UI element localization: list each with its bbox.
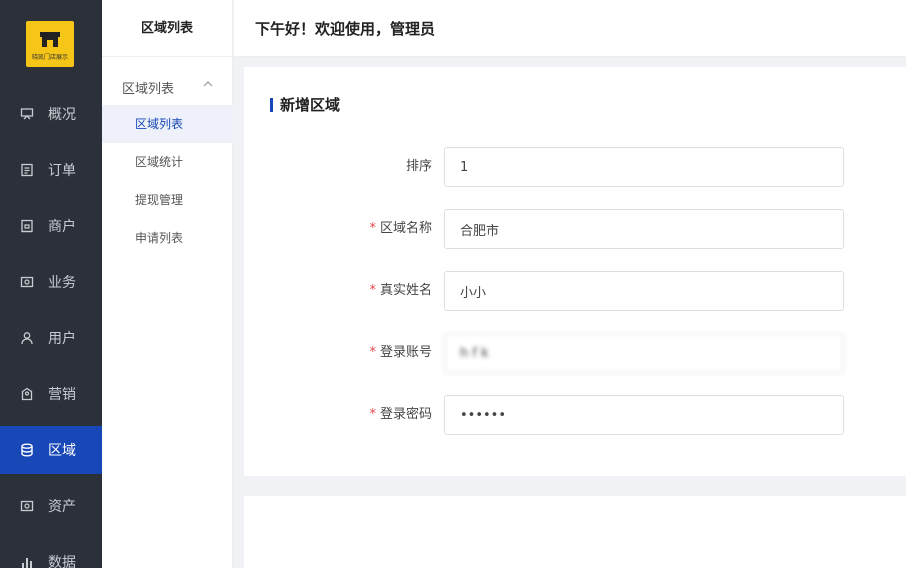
field-label: * 真实姓名 [369,283,432,298]
nav-item-marketing[interactable]: 营销 [0,370,102,418]
login-account-input[interactable] [444,333,844,373]
field-label: * 登录账号 [369,345,432,360]
nav-item-label: 概况 [48,107,76,123]
nav-item-label: 区域 [48,443,76,459]
field-label: * 登录密码 [369,407,432,422]
form-row-login-account: * 登录账号 [244,333,906,373]
sort-input[interactable] [444,147,844,187]
field-label: 排序 [405,159,432,174]
subnav-item-withdrawal[interactable]: 提现管理 [102,181,233,219]
field-label: * 区域名称 [369,221,432,236]
nav-item-label: 资产 [48,499,76,515]
nav-item-label: 用户 [48,331,76,347]
sub-sidebar: 区域列表 区域列表 区域列表 区域统计 提现管理 申请列表 [102,0,233,568]
login-password-input[interactable] [444,395,844,435]
region-name-input[interactable] [444,209,844,249]
bar-chart-icon [22,558,32,568]
greeting-text: 下午好！欢迎使用，管理员 [255,20,436,38]
section-title: 新增区域 [270,95,340,115]
app-logo[interactable]: 晓凯门店展示 [26,21,74,67]
shop-icon [40,32,60,47]
top-header: 下午好！欢迎使用，管理员 [234,0,906,57]
document-icon [21,163,33,177]
chevron-up-icon[interactable] [203,80,213,88]
nav-item-overview[interactable]: 概况 [0,90,102,138]
form-row-sort: 排序 [244,147,906,187]
database-icon [21,443,33,457]
nav-item-users[interactable]: 用户 [0,314,102,362]
subnav-group-label[interactable]: 区域列表 [122,78,174,97]
nav-item-label: 数据 [48,555,76,568]
nav-item-orders[interactable]: 订单 [0,146,102,194]
tag-icon [21,387,33,401]
subnav-item-region-stats[interactable]: 区域统计 [102,143,233,181]
required-mark: * [369,283,376,298]
nav-item-data[interactable]: 数据 [0,538,102,568]
form-row-region-name: * 区域名称 [244,209,906,249]
nav-item-assets[interactable]: 资产 [0,482,102,530]
asset-icon [20,500,34,512]
subnav-item-applications[interactable]: 申请列表 [102,219,233,257]
wallet-icon [20,276,34,288]
form-row-login-password: * 登录密码 [244,395,906,435]
required-mark: * [369,221,376,236]
presentation-icon [20,108,34,120]
nav-item-label: 订单 [48,163,76,179]
nav-item-merchants[interactable]: 商户 [0,202,102,250]
nav-item-region[interactable]: 区域 [0,426,102,474]
add-region-card: 新增区域 排序 *区域名称 *真实姓名 *登录账号 *登录密码 [244,67,906,476]
store-icon [21,219,33,233]
required-mark: * [369,345,376,360]
nav-item-label: 业务 [48,275,76,291]
required-mark: * [369,407,376,422]
nav-item-label: 商户 [48,219,76,235]
secondary-card [244,496,906,568]
real-name-input[interactable] [444,271,844,311]
user-icon [21,332,33,345]
nav-item-label: 营销 [48,387,76,403]
form-row-real-name: * 真实姓名 [244,271,906,311]
subnav-title: 区域列表 [102,0,232,57]
nav-item-business[interactable]: 业务 [0,258,102,306]
main-sidebar: 晓凯门店展示 概况 订单 商户 业务 用户 营销 区域 资产 数据 [0,0,102,568]
subnav-item-region-list[interactable]: 区域列表 [102,105,233,143]
logo-text: 晓凯门店展示 [31,54,68,61]
